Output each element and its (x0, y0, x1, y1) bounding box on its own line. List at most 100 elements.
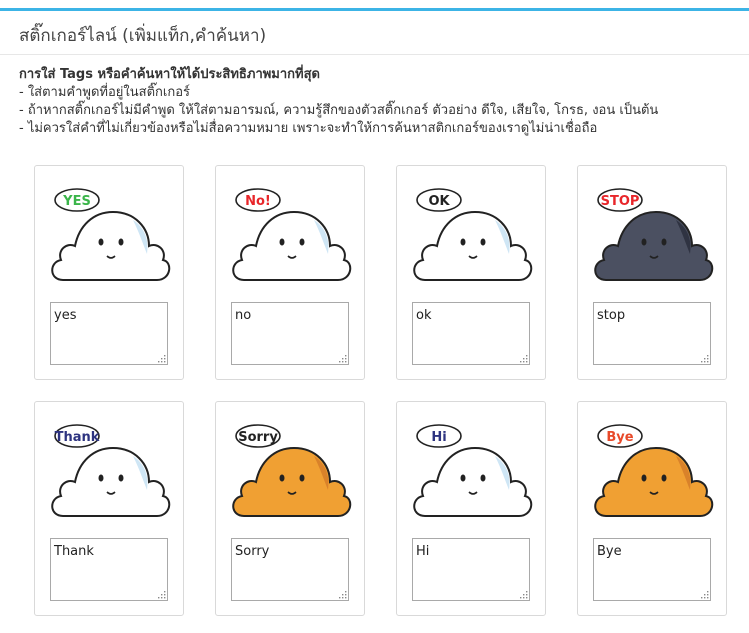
tag-input[interactable]: ok (412, 302, 530, 365)
lead-prefix: การใส่ (19, 67, 60, 82)
grip-dot (523, 597, 525, 599)
grip-dot (158, 597, 160, 599)
sticker-card: YES yes (34, 165, 184, 380)
sticker-image[interactable]: Thank (45, 416, 175, 531)
grip-dot (339, 597, 341, 599)
grip-dot (339, 361, 341, 363)
grip-dot (523, 358, 525, 360)
instruction-line: - ไม่ควรใส่คำที่ไม่เกี่ยวข้องหรือไม่สื่อ… (19, 121, 598, 136)
eye-shape (480, 238, 486, 246)
grip-dot (345, 355, 347, 357)
grip-dot (707, 597, 709, 599)
eye-shape (641, 238, 647, 246)
grip-dot (526, 591, 528, 593)
grip-dot (523, 594, 525, 596)
sticker-image[interactable]: Sorry (226, 416, 356, 531)
tag-input[interactable]: Hi (412, 538, 530, 601)
grip-dot (526, 355, 528, 357)
grip-dot (161, 358, 163, 360)
eye-shape (98, 474, 104, 482)
lead-suffix: หรือคำค้นหาให้ได้ประสิทธิภาพมากที่สุด (92, 67, 321, 82)
grip-dot (158, 361, 160, 363)
resize-grip-icon[interactable] (518, 353, 528, 363)
grip-dot (342, 594, 344, 596)
cloud-body-shape (413, 446, 533, 517)
grip-dot (707, 355, 709, 357)
instruction-line: - ถ้าหากสติ๊กเกอร์ไม่มีคำพูด ให้ใส่ตามอา… (19, 103, 659, 118)
sticker-image[interactable]: STOP (588, 180, 718, 295)
resize-grip-icon[interactable] (699, 353, 709, 363)
eye-shape (661, 238, 667, 246)
grip-dot (345, 361, 347, 363)
sticker-card: No! no (215, 165, 365, 380)
cloud-body-shape (51, 446, 171, 517)
cloud-body-shape (232, 446, 352, 517)
sticker-caption: STOP (601, 194, 640, 209)
sticker-caption: OK (428, 194, 450, 209)
sticker-caption: No! (245, 194, 271, 209)
sticker-card: Bye Bye (577, 401, 727, 616)
sticker-card: Hi Hi (396, 401, 546, 616)
eye-shape (480, 474, 486, 482)
page-title: สติ๊กเกอร์ไลน์ (เพิ่มแท็ก,คำค้นหา) (19, 26, 267, 46)
tag-input[interactable]: yes (50, 302, 168, 365)
resize-grip-icon[interactable] (156, 353, 166, 363)
sticker-caption: Bye (606, 430, 633, 445)
cloud-body-shape (232, 210, 352, 281)
grip-dot (704, 597, 706, 599)
sticker-image[interactable]: Hi (407, 416, 537, 531)
grip-dot (704, 361, 706, 363)
resize-grip-icon[interactable] (337, 353, 347, 363)
sticker-card: Thank Thank (34, 401, 184, 616)
cloud-body-shape (413, 210, 533, 281)
grip-dot (526, 597, 528, 599)
grip-dot (342, 358, 344, 360)
grip-dot (342, 597, 344, 599)
grip-dot (526, 594, 528, 596)
grip-dot (164, 361, 166, 363)
grip-dot (526, 358, 528, 360)
grip-dot (345, 358, 347, 360)
eye-shape (460, 474, 466, 482)
tag-instructions: การใส่ Tags หรือคำค้นหาให้ได้ประสิทธิภาพ… (19, 66, 739, 138)
sticker-image[interactable]: No! (226, 180, 356, 295)
eye-shape (118, 238, 124, 246)
tag-input[interactable]: Bye (593, 538, 711, 601)
sticker-caption: YES (62, 194, 91, 209)
grip-dot (161, 361, 163, 363)
grip-dot (707, 591, 709, 593)
cloud-body-shape (594, 210, 714, 281)
eye-shape (118, 474, 124, 482)
resize-grip-icon[interactable] (337, 589, 347, 599)
instruction-line: - ใส่ตามคำพูดที่อยู่ในสติ๊กเกอร์ (19, 85, 191, 100)
grip-dot (704, 594, 706, 596)
grip-dot (704, 358, 706, 360)
grip-dot (164, 597, 166, 599)
grip-dot (161, 594, 163, 596)
sticker-caption: Hi (431, 430, 446, 445)
sticker-image[interactable]: OK (407, 180, 537, 295)
sticker-card: OK ok (396, 165, 546, 380)
sticker-image[interactable]: Bye (588, 416, 718, 531)
sticker-card: STOP stop (577, 165, 727, 380)
sticker-image[interactable]: YES (45, 180, 175, 295)
tag-input[interactable]: Thank (50, 538, 168, 601)
resize-grip-icon[interactable] (699, 589, 709, 599)
resize-grip-icon[interactable] (156, 589, 166, 599)
sticker-caption: Thank (55, 430, 100, 445)
grip-dot (701, 361, 703, 363)
grip-dot (701, 597, 703, 599)
sticker-caption: Sorry (238, 430, 278, 445)
grip-dot (523, 361, 525, 363)
grip-dot (164, 355, 166, 357)
grip-dot (161, 597, 163, 599)
grip-dot (526, 361, 528, 363)
resize-grip-icon[interactable] (518, 589, 528, 599)
grip-dot (345, 591, 347, 593)
tag-input[interactable]: Sorry (231, 538, 349, 601)
eye-shape (460, 238, 466, 246)
grip-dot (345, 597, 347, 599)
eye-shape (299, 474, 305, 482)
tag-input[interactable]: no (231, 302, 349, 365)
tag-input[interactable]: stop (593, 302, 711, 365)
